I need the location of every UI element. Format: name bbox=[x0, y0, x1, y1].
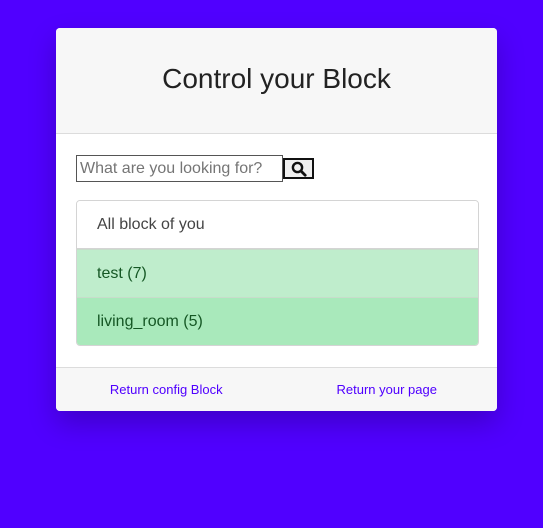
block-item-living-room[interactable]: living_room (5) bbox=[77, 297, 478, 345]
control-card: Control your Block All block of you test… bbox=[56, 28, 497, 411]
page-title: Control your Block bbox=[162, 63, 391, 94]
search-button[interactable] bbox=[283, 158, 314, 179]
card-footer: Return config Block Return your page bbox=[56, 367, 497, 411]
block-list-header: All block of you bbox=[77, 201, 478, 249]
block-list: All block of you test (7) living_room (5… bbox=[76, 200, 479, 346]
search-form bbox=[76, 155, 314, 182]
return-config-block-link[interactable]: Return config Block bbox=[56, 382, 277, 397]
card-header: Control your Block bbox=[56, 28, 497, 134]
block-item-test[interactable]: test (7) bbox=[77, 249, 478, 297]
card-body: All block of you test (7) living_room (5… bbox=[56, 134, 497, 368]
return-your-page-link[interactable]: Return your page bbox=[277, 382, 498, 397]
search-icon bbox=[291, 161, 307, 177]
search-input[interactable] bbox=[76, 155, 283, 182]
